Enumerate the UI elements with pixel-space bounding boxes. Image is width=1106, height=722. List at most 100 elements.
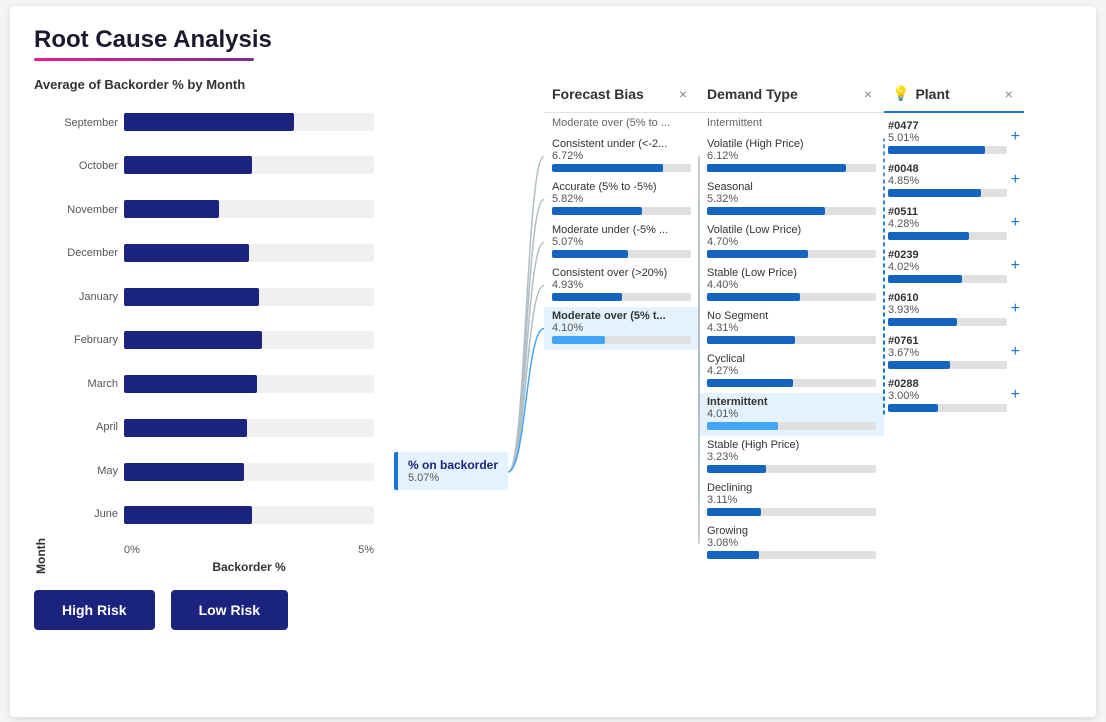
- bar-fill: [124, 288, 259, 306]
- bar-row: [124, 454, 374, 490]
- plant-close[interactable]: ×: [1001, 86, 1016, 102]
- chart-container: Month September October November Decembe…: [34, 104, 374, 574]
- bar-fill: [124, 419, 247, 437]
- high-risk-button[interactable]: High Risk: [34, 590, 155, 630]
- bar-row: [124, 410, 374, 446]
- plant-item[interactable]: #00484.85%+: [884, 160, 1024, 203]
- plant-item-value: 3.00%: [888, 390, 1007, 402]
- y-axis-labels: September October November December Janu…: [52, 104, 124, 564]
- bar-item[interactable]: Volatile (High Price)6.12%: [699, 135, 884, 178]
- bar-item-label: Intermittent: [707, 396, 876, 408]
- bar-item-track: [707, 293, 876, 301]
- plant-item-label: #0761: [888, 335, 1007, 347]
- bar-item-fill: [552, 250, 628, 258]
- bar-row: [124, 322, 374, 358]
- bar-item[interactable]: Volatile (Low Price)4.70%: [699, 221, 884, 264]
- demand-items-list: Volatile (High Price)6.12%Seasonal5.32%V…: [699, 135, 884, 565]
- y-axis-title: Month: [34, 74, 48, 574]
- bar-fill: [124, 375, 257, 393]
- chart-title: Average of Backorder % by Month: [34, 77, 374, 92]
- bar-item-fill: [707, 336, 795, 344]
- bar-item[interactable]: No Segment4.31%: [699, 307, 884, 350]
- bars-area: [124, 104, 374, 564]
- plant-bulb-icon: 💡: [892, 85, 909, 102]
- bar-item-label: Volatile (High Price): [707, 138, 876, 150]
- y-label-may: May: [52, 452, 118, 490]
- bar-item[interactable]: Consistent under (<-2...6.72%: [544, 135, 699, 178]
- plant-item-track: [888, 275, 1007, 283]
- bar-item[interactable]: Cyclical4.27%: [699, 350, 884, 393]
- plant-item-content: #05114.28%: [888, 206, 1007, 240]
- plant-item[interactable]: #02394.02%+: [884, 246, 1024, 289]
- main-layout: Average of Backorder % by Month Month Se…: [34, 77, 1072, 697]
- plant-item-plus-icon[interactable]: +: [1007, 214, 1020, 232]
- bar-item[interactable]: Declining3.11%: [699, 479, 884, 522]
- bar-item-fill: [552, 207, 642, 215]
- bar-item-label: Seasonal: [707, 181, 876, 193]
- forecast-bias-close[interactable]: ×: [675, 86, 691, 102]
- bar-item[interactable]: Growing3.08%: [699, 522, 884, 565]
- tree-root-label: % on backorder: [408, 458, 498, 472]
- plant-item[interactable]: #06103.93%+: [884, 289, 1024, 332]
- bar-item-track: [552, 207, 691, 215]
- bar-item[interactable]: Moderate over (5% t...4.10%: [544, 307, 699, 350]
- bar-item-label: No Segment: [707, 310, 876, 322]
- plant-item-content: #00484.85%: [888, 163, 1007, 197]
- tree-column: % on backorder 5.07%: [394, 77, 544, 697]
- bar-item-fill: [707, 164, 846, 172]
- bar-item[interactable]: Moderate under (-5% ...5.07%: [544, 221, 699, 264]
- plant-item-plus-icon[interactable]: +: [1007, 171, 1020, 189]
- bar-item-label: Declining: [707, 482, 876, 494]
- bar-item-value: 5.82%: [552, 193, 691, 205]
- bar-item[interactable]: Intermittent4.01%: [699, 393, 884, 436]
- bar-item-track: [707, 207, 876, 215]
- bar-item-label: Accurate (5% to -5%): [552, 181, 691, 193]
- bar-fill: [124, 463, 244, 481]
- bar-item-track: [707, 379, 876, 387]
- bar-item-track: [707, 164, 876, 172]
- bar-item-label: Consistent under (<-2...: [552, 138, 691, 150]
- bar-item-fill: [707, 207, 825, 215]
- bar-item[interactable]: Accurate (5% to -5%)5.82%: [544, 178, 699, 221]
- demand-type-close[interactable]: ×: [860, 86, 876, 102]
- y-label-dec: December: [52, 234, 118, 272]
- bar-item[interactable]: Stable (Low Price)4.40%: [699, 264, 884, 307]
- plant-item-fill: [888, 232, 969, 240]
- plant-item-label: #0239: [888, 249, 1007, 261]
- plant-item[interactable]: #05114.28%+: [884, 203, 1024, 246]
- bar-chart: September October November December Janu…: [52, 104, 374, 564]
- bar-item[interactable]: Seasonal5.32%: [699, 178, 884, 221]
- bar-item-value: 4.40%: [707, 279, 876, 291]
- plant-item-plus-icon[interactable]: +: [1007, 257, 1020, 275]
- bar-item-value: 4.10%: [552, 322, 691, 334]
- bar-item-label: Moderate over (5% t...: [552, 310, 691, 322]
- plant-item-plus-icon[interactable]: +: [1007, 128, 1020, 146]
- plant-item-plus-icon[interactable]: +: [1007, 300, 1020, 318]
- plant-item-value: 3.93%: [888, 304, 1007, 316]
- demand-type-section: Demand Type × Intermittent Volatile (Hig…: [699, 77, 884, 697]
- y-label-jan: January: [52, 278, 118, 316]
- plant-item-plus-icon[interactable]: +: [1007, 386, 1020, 404]
- bar-item-fill: [707, 250, 808, 258]
- plant-item[interactable]: #02883.00%+: [884, 375, 1024, 418]
- bar-fill: [124, 113, 294, 131]
- plant-item[interactable]: #04775.01%+: [884, 117, 1024, 160]
- title-underline: [34, 58, 254, 61]
- low-risk-button[interactable]: Low Risk: [171, 590, 288, 630]
- plant-input-wrapper[interactable]: [915, 86, 995, 102]
- bar-item[interactable]: Stable (High Price)3.23%: [699, 436, 884, 479]
- plant-item[interactable]: #07613.67%+: [884, 332, 1024, 375]
- plant-item-fill: [888, 318, 957, 326]
- plant-item-plus-icon[interactable]: +: [1007, 343, 1020, 361]
- plant-item-fill: [888, 189, 981, 197]
- bar-item-track: [707, 508, 876, 516]
- bar-item[interactable]: Consistent over (>20%)4.93%: [544, 264, 699, 307]
- bar-item-value: 4.01%: [707, 408, 876, 420]
- plant-item-fill: [888, 404, 938, 412]
- plant-item-track: [888, 404, 1007, 412]
- forecast-items-list: Consistent under (<-2...6.72%Accurate (5…: [544, 135, 699, 350]
- plant-item-label: #0288: [888, 378, 1007, 390]
- plant-input[interactable]: [915, 86, 995, 102]
- plant-item-track: [888, 318, 1007, 326]
- plant-item-value: 5.01%: [888, 132, 1007, 144]
